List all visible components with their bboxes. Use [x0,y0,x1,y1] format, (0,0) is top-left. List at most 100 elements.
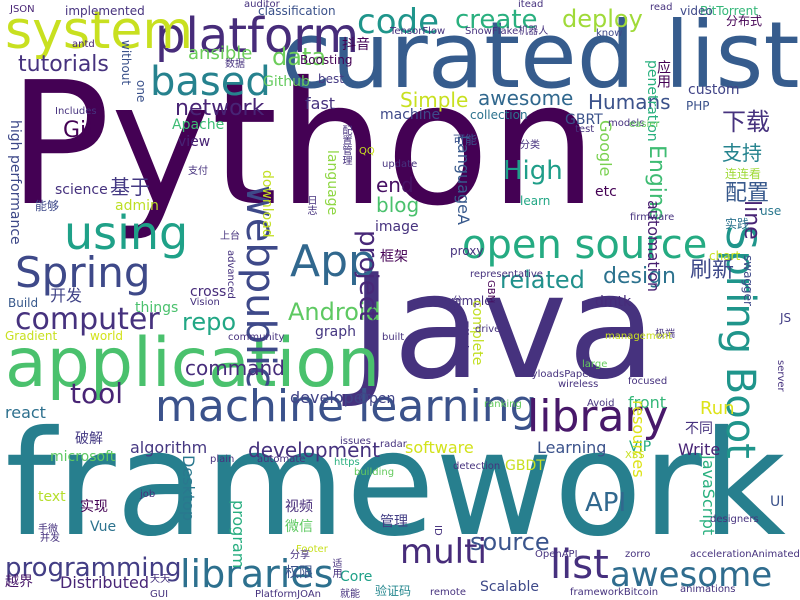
word: framework [5,400,786,569]
word: know [596,28,623,39]
word: Vue [90,519,117,535]
word: admin [115,198,159,214]
word: accelerationAnimated [690,549,800,560]
word: JS [780,311,792,325]
word: Boosting [300,53,353,67]
word: zorro [625,549,651,560]
word: video [680,4,713,18]
word: open source [462,222,708,268]
word: large [582,359,608,370]
word: download [259,170,275,238]
word: Open [358,391,396,407]
word: proxy [450,244,484,258]
word: advanced [225,250,236,299]
word: awesome [478,86,574,110]
word: one [134,80,148,103]
word: issues [340,436,371,447]
word: 管理 [380,514,408,530]
word: language [324,150,340,216]
word: Gradient [5,329,58,343]
word: focused [628,376,668,387]
word: OpenAPI [535,549,578,560]
word: custom [688,82,740,98]
word: blog [376,193,420,217]
word: 越界 [5,574,33,590]
word: 微信 [285,519,313,535]
word: design [603,264,676,289]
word: read [650,2,673,13]
word: 视频 [285,499,313,515]
word: community [228,332,285,343]
word: image [375,219,419,235]
word: API [585,488,627,518]
word: 并发 [40,533,60,544]
word: detection [453,461,501,472]
word: 分享 [290,550,310,561]
word: microsoft [50,449,116,465]
word: use [760,204,782,218]
word: best [318,72,344,86]
word: command [185,356,285,380]
word: Distributed [60,573,149,592]
word: repo [182,308,237,336]
word: easier [629,119,660,130]
word: QQ [359,146,375,157]
word: view [178,134,211,150]
word: 框架 [380,249,408,265]
word: fast [305,94,336,113]
word: UI [770,494,785,510]
word: XSS [625,450,645,461]
word: test [575,124,595,135]
word: Build [8,296,39,310]
word: collection [470,108,528,122]
word: 实现 [80,499,108,515]
word: Github [263,74,310,90]
word: 分块 [450,295,461,315]
word: server [775,360,786,392]
word: 刷新 [690,258,735,283]
word: GBDT [505,458,545,474]
word: machine [380,107,441,123]
word: dmtk [595,294,632,310]
word: 验证码 [375,584,412,598]
word: 下载 [722,108,770,136]
word: without [119,40,133,86]
word: 可能 [453,133,478,147]
word: management [605,331,672,342]
word: ranking [484,399,522,410]
word: 权限 [285,565,313,581]
word: text [38,489,66,505]
word: Apache [172,117,225,133]
word: antd [72,39,95,50]
word: graph [315,324,356,340]
word: 配置管理 [340,125,351,165]
word: GUI [150,589,169,600]
word: 就能 [340,589,360,600]
word: wireless [558,379,599,390]
word: things [135,300,179,316]
word: 破解 [75,431,103,447]
word: resources [629,400,648,478]
word: 分布式 [726,14,763,28]
word: 不同 [685,421,713,437]
word: algorithm [130,438,208,457]
word: animations [680,584,736,595]
word: 基于 [110,175,150,199]
word: automate [257,454,306,465]
word: implemented [65,4,145,18]
word: react [5,403,46,422]
word: swagger [741,255,755,306]
word: 能够 [35,199,60,213]
word: 数据 [225,59,245,70]
word: firmware [630,212,675,223]
word: High [503,156,563,186]
word: designers [710,514,759,525]
word: frameworkBitcoin [570,587,659,598]
word: PlatformJOAn [255,589,321,600]
word: 适用 [330,558,341,578]
word: project [353,230,383,321]
word: itead [518,0,544,10]
word: SnowFlake机器人 [465,26,549,37]
word: Run [700,398,735,419]
word: https [334,457,360,468]
